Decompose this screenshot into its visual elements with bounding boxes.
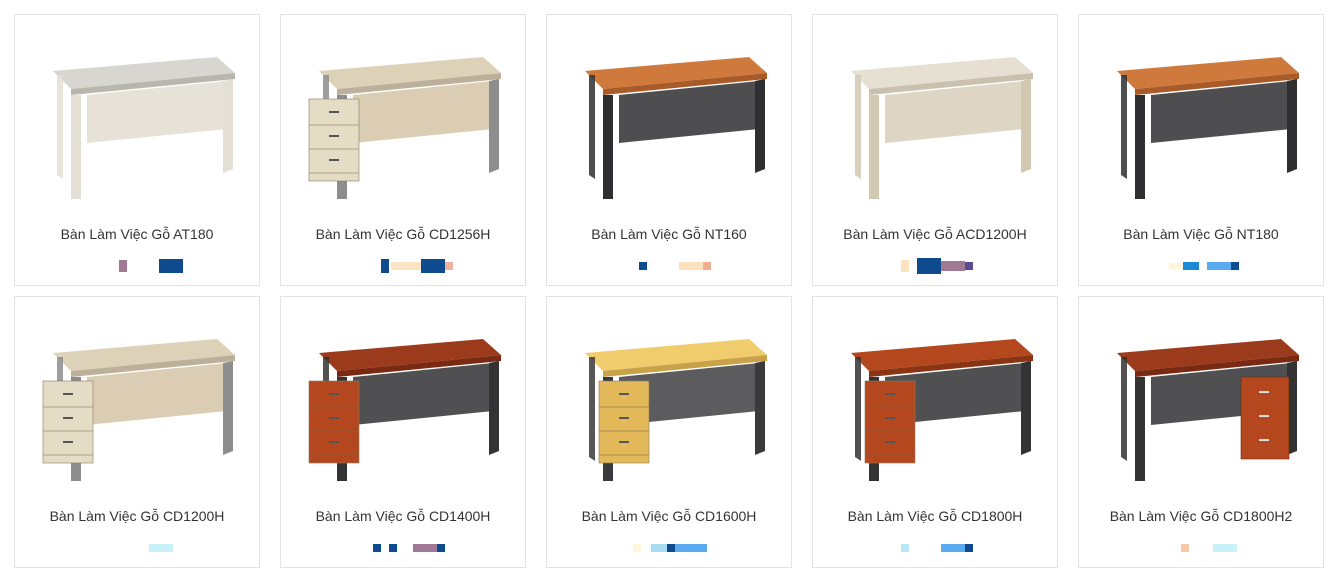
product-card[interactable]: Bàn Làm Việc Gỗ NT180 — [1078, 14, 1324, 286]
color-swatches — [1079, 540, 1323, 556]
color-swatch[interactable] — [381, 259, 389, 273]
product-title[interactable]: Bàn Làm Việc Gỗ NT180 — [1079, 226, 1323, 242]
product-card[interactable]: Bàn Làm Việc Gỗ CD1600H — [546, 296, 792, 568]
product-image[interactable] — [293, 311, 513, 481]
color-swatch[interactable] — [941, 261, 965, 271]
product-grid: Bàn Làm Việc Gỗ AT180 Bàn Làm Việc Gỗ CD1… — [0, 0, 1343, 579]
color-swatch[interactable] — [119, 260, 127, 272]
color-swatch[interactable] — [917, 258, 941, 274]
product-title[interactable]: Bàn Làm Việc Gỗ ACD1200H — [813, 226, 1057, 242]
product-card[interactable]: Bàn Làm Việc Gỗ NT160 — [546, 14, 792, 286]
color-swatch[interactable] — [389, 544, 397, 552]
color-swatch[interactable] — [679, 262, 703, 270]
product-card[interactable]: Bàn Làm Việc Gỗ CD1200H — [14, 296, 260, 568]
color-swatches — [15, 540, 259, 556]
product-image[interactable] — [825, 311, 1045, 481]
color-swatch[interactable] — [149, 544, 173, 552]
product-image[interactable] — [293, 29, 513, 199]
color-swatches — [547, 258, 791, 274]
color-swatch[interactable] — [159, 259, 183, 273]
color-swatch[interactable] — [1207, 262, 1231, 270]
color-swatch[interactable] — [667, 544, 675, 552]
product-title[interactable]: Bàn Làm Việc Gỗ CD1800H — [813, 508, 1057, 524]
color-swatch[interactable] — [391, 262, 413, 270]
product-card[interactable]: Bàn Làm Việc Gỗ CD1800H2 — [1078, 296, 1324, 568]
product-card[interactable]: Bàn Làm Việc Gỗ CD1400H — [280, 296, 526, 568]
color-swatches — [1079, 258, 1323, 274]
product-title[interactable]: Bàn Làm Việc Gỗ AT180 — [15, 226, 259, 242]
product-image[interactable] — [1091, 29, 1311, 199]
color-swatch[interactable] — [633, 544, 641, 552]
color-swatch[interactable] — [901, 260, 909, 272]
product-image[interactable] — [1091, 311, 1311, 481]
color-swatch[interactable] — [965, 262, 973, 270]
product-image[interactable] — [559, 311, 779, 481]
color-swatches — [281, 258, 525, 274]
color-swatch[interactable] — [1231, 262, 1239, 270]
color-swatch[interactable] — [1213, 544, 1237, 552]
product-card[interactable]: Bàn Làm Việc Gỗ AT180 — [14, 14, 260, 286]
color-swatch[interactable] — [901, 544, 909, 552]
color-swatches — [813, 258, 1057, 274]
product-card[interactable]: Bàn Làm Việc Gỗ CD1256H — [280, 14, 526, 286]
product-image[interactable] — [825, 29, 1045, 199]
product-card[interactable]: Bàn Làm Việc Gỗ CD1800H — [812, 296, 1058, 568]
color-swatch[interactable] — [1183, 262, 1199, 270]
color-swatch[interactable] — [437, 544, 445, 552]
color-swatch[interactable] — [703, 262, 711, 270]
color-swatches — [15, 258, 259, 274]
product-title[interactable]: Bàn Làm Việc Gỗ CD1256H — [281, 226, 525, 242]
color-swatches — [281, 540, 525, 556]
color-swatch[interactable] — [1181, 544, 1189, 552]
color-swatch[interactable] — [421, 259, 445, 273]
product-image[interactable] — [27, 311, 247, 481]
color-swatches — [547, 540, 791, 556]
product-image[interactable] — [27, 29, 247, 199]
product-title[interactable]: Bàn Làm Việc Gỗ CD1400H — [281, 508, 525, 524]
color-swatch[interactable] — [373, 544, 381, 552]
color-swatch[interactable] — [941, 544, 965, 552]
color-swatches — [813, 540, 1057, 556]
color-swatch[interactable] — [445, 262, 453, 270]
color-swatch[interactable] — [413, 262, 421, 270]
product-card[interactable]: Bàn Làm Việc Gỗ ACD1200H — [812, 14, 1058, 286]
color-swatch[interactable] — [639, 262, 647, 270]
color-swatch[interactable] — [413, 544, 437, 552]
color-swatch[interactable] — [1169, 263, 1183, 269]
product-image[interactable] — [559, 29, 779, 199]
product-title[interactable]: Bàn Làm Việc Gỗ CD1200H — [15, 508, 259, 524]
product-title[interactable]: Bàn Làm Việc Gỗ CD1800H2 — [1079, 508, 1323, 524]
product-title[interactable]: Bàn Làm Việc Gỗ CD1600H — [547, 508, 791, 524]
color-swatch[interactable] — [965, 544, 973, 552]
color-swatch[interactable] — [675, 544, 707, 552]
product-title[interactable]: Bàn Làm Việc Gỗ NT160 — [547, 226, 791, 242]
